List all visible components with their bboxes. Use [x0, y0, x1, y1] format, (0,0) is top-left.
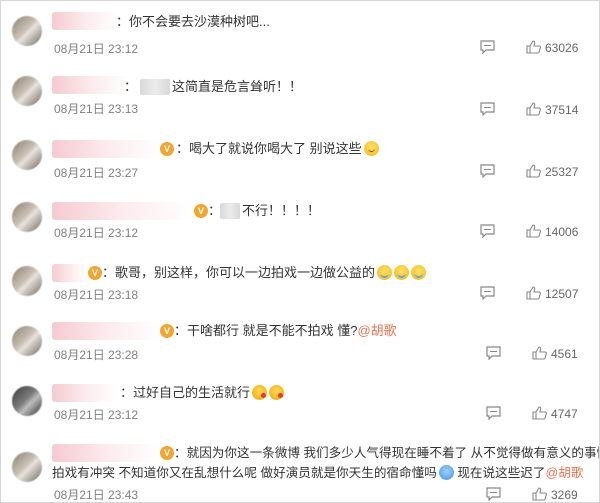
like-count: 37514: [545, 103, 579, 117]
mention-link[interactable]: @胡歌: [357, 323, 396, 338]
like-count: 4747: [551, 407, 578, 421]
comment-item: ：你不会要去沙漠种树吧... 08月21日 23:12: [0, 0, 600, 60]
like-icon[interactable]: [526, 102, 541, 116]
comment-item: V ：歌哥，别这样，你可以一边拍戏一边做公益的 08月21日 23:18: [0, 250, 600, 310]
comment-item: V ：干啥都行 就是不能不拍戏 懂?@胡歌 08月21日 23:28: [0, 314, 600, 374]
comment-icon[interactable]: [480, 102, 495, 116]
username-blurred[interactable]: [52, 322, 160, 340]
username-blurred[interactable]: [52, 202, 192, 220]
quoted-user-blurred[interactable]: [220, 203, 240, 219]
quoted-user-blurred[interactable]: [140, 79, 170, 95]
like-count: 3269: [551, 488, 578, 502]
mention-link[interactable]: @胡歌: [545, 466, 583, 480]
comment-text: 这简直是危言耸听！！: [172, 79, 303, 94]
username-blurred[interactable]: [52, 444, 160, 462]
like-icon[interactable]: [526, 164, 541, 178]
comment-icon[interactable]: [480, 286, 495, 300]
comment-time: 08月21日 23:12: [54, 42, 139, 56]
username-blurred[interactable]: [52, 264, 88, 282]
kiss-emoji-icon: [269, 385, 285, 400]
comment-time: 08月21日 23:43: [54, 488, 139, 502]
comment-text: ：你不会要去沙漠种树吧...: [116, 14, 270, 29]
comment-icon[interactable]: [486, 346, 501, 360]
comment-icon[interactable]: [486, 406, 501, 420]
comment-text: ：歌哥，别这样，你可以一边拍戏一边做公益的: [102, 264, 427, 282]
comment-icon[interactable]: [480, 224, 495, 238]
username-blurred[interactable]: [52, 140, 160, 158]
comment-icon[interactable]: [480, 164, 495, 178]
vip-badge-icon: V: [88, 266, 102, 280]
comment-time: 08月21日 23:12: [54, 408, 139, 422]
comment-item: V ： 不行！！！！ 08月21日 23:12: [0, 188, 600, 248]
like-count: 63026: [545, 41, 579, 55]
comment-time: 08月21日 23:13: [54, 102, 139, 116]
comment-item: V ：喝大了就说你喝大了 别说这些 08月21日 23:27: [0, 124, 600, 184]
vip-badge-icon: V: [194, 204, 208, 218]
comment-time: 08月21日 23:12: [54, 226, 139, 240]
like-icon[interactable]: [526, 286, 541, 300]
kiss-emoji-icon: [252, 385, 268, 400]
like-count: 12507: [545, 287, 579, 301]
comment-text: 不行！！！！: [242, 203, 321, 218]
like-icon[interactable]: [526, 224, 541, 238]
comment-text: ：喝大了就说你喝大了 别说这些: [176, 140, 379, 158]
like-count: 14006: [545, 225, 579, 239]
crying-emoji-icon: [377, 265, 393, 280]
comment-text: ：过好自己的生活就行: [120, 384, 285, 402]
like-count: 25327: [545, 165, 579, 179]
comment-icon[interactable]: [486, 487, 501, 501]
comment-text-line2: 拍戏有冲突 不知道你又在乱想什么呢 做好演员就是你天生的宿命懂吗 现在说这些迟了…: [52, 465, 584, 480]
like-count: 4561: [551, 347, 578, 361]
crying-emoji-icon: [394, 265, 410, 280]
comment-text-line1: ：就因为你这一条微博 我们多少人气得现在睡不着了 从不觉得做有意义的事情跟: [174, 446, 600, 460]
comment-item: V ：就因为你这一条微博 我们多少人气得现在睡不着了 从不觉得做有意义的事情跟 …: [0, 436, 600, 503]
like-icon[interactable]: [526, 40, 541, 54]
comment-time: 08月21日 23:28: [54, 348, 139, 362]
avatar[interactable]: [12, 452, 42, 482]
comment-icon[interactable]: [480, 40, 495, 54]
avatar[interactable]: [12, 140, 42, 170]
avatar[interactable]: [12, 266, 42, 296]
like-icon[interactable]: [532, 346, 547, 360]
comment-item: ： 这简直是危言耸听！！ 08月21日 23:13: [0, 62, 600, 122]
username-blurred[interactable]: [52, 12, 118, 30]
comment-text: ：干啥都行 就是不能不拍戏 懂?@胡歌: [174, 323, 397, 338]
comment-time: 08月21日 23:18: [54, 288, 139, 302]
vip-badge-icon: V: [160, 446, 174, 460]
like-icon[interactable]: [532, 406, 547, 420]
comment-item: ：过好自己的生活就行 08月21日 23:12: [0, 376, 600, 432]
nervous-emoji-icon: [438, 465, 454, 480]
avatar[interactable]: [12, 76, 42, 106]
avatar[interactable]: [12, 386, 42, 416]
avatar[interactable]: [12, 16, 42, 46]
vip-badge-icon: V: [160, 324, 174, 338]
avatar[interactable]: [12, 202, 42, 232]
like-icon[interactable]: [532, 487, 547, 501]
crying-emoji-icon: [411, 265, 427, 280]
username-blurred[interactable]: [52, 76, 130, 94]
reply-separator: ：: [124, 79, 138, 94]
vip-badge-icon: V: [160, 142, 174, 156]
smile-emoji-icon: [363, 141, 379, 156]
avatar[interactable]: [12, 326, 42, 356]
comment-time: 08月21日 23:27: [54, 166, 139, 180]
username-blurred[interactable]: [52, 384, 118, 402]
comment-list: ：你不会要去沙漠种树吧... 08月21日 23:12 63026 ： 这简直是…: [0, 0, 600, 503]
